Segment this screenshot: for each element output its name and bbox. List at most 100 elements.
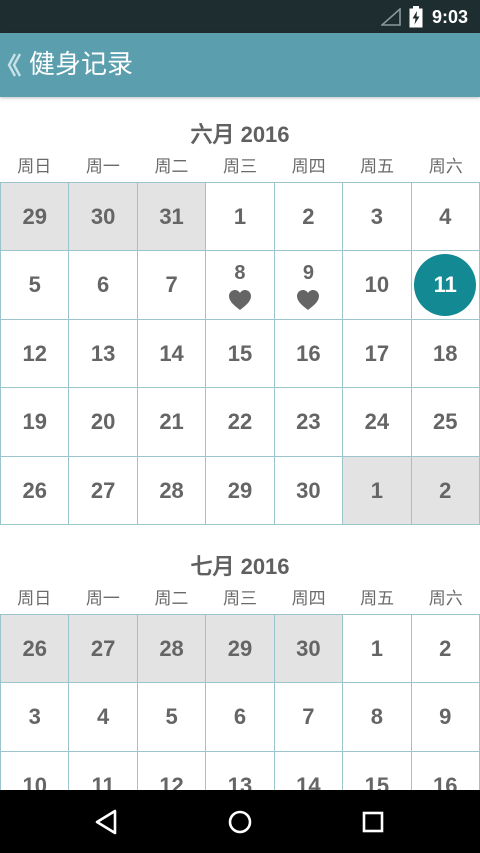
navigation-bar	[0, 790, 480, 853]
day-number: 7	[302, 704, 315, 730]
day-cell[interactable]: 8	[206, 251, 275, 320]
day-number: 6	[97, 272, 110, 298]
calendar-grid: 26 27 28 29 30 1 2 3 4 5 6 7 8 9 10 11 12 13 14 15 16	[0, 614, 480, 790]
day-cell[interactable]: 15	[343, 751, 412, 790]
day-cell[interactable]: 12	[1, 319, 70, 389]
day-cell[interactable]: 17	[343, 319, 412, 389]
day-cell-outside-month[interactable]: 1	[343, 456, 412, 525]
day-cell[interactable]: 7	[274, 683, 344, 752]
day-number: 10	[22, 772, 47, 790]
recents-square-icon[interactable]	[355, 804, 391, 840]
day-number: 28	[159, 477, 184, 503]
day-cell[interactable]: 3	[343, 183, 412, 252]
home-circle-icon[interactable]	[222, 804, 258, 840]
day-number: 17	[364, 340, 390, 366]
day-number: 20	[90, 409, 116, 435]
day-number: 19	[22, 409, 47, 435]
day-cell-outside-month[interactable]: 27	[69, 615, 138, 684]
day-number: 6	[233, 704, 247, 730]
day-number: 14	[296, 772, 321, 790]
day-cell[interactable]: 1	[206, 183, 275, 252]
weekday-label: 周一	[85, 157, 120, 177]
day-cell-outside-month[interactable]: 31	[137, 183, 207, 252]
day-cell[interactable]: 16	[411, 751, 480, 790]
day-number: 1	[370, 477, 383, 503]
day-cell[interactable]: 22	[206, 388, 275, 457]
day-cell[interactable]: 21	[137, 388, 207, 457]
day-cell[interactable]: 16	[274, 319, 344, 389]
day-cell[interactable]: 2	[411, 615, 480, 684]
day-cell[interactable]: 15	[206, 319, 275, 389]
day-number: 12	[159, 772, 184, 790]
day-number: 14	[159, 340, 184, 366]
day-number: 8	[234, 262, 246, 285]
day-cell-outside-month[interactable]: 29	[1, 183, 70, 252]
day-cell-outside-month[interactable]: 29	[206, 615, 275, 684]
day-cell-today[interactable]: 11	[411, 251, 480, 320]
weekday-label: 周六	[428, 157, 463, 177]
day-cell-outside-month[interactable]: 30	[69, 183, 138, 252]
day-number: 12	[22, 340, 47, 366]
day-cell-outside-month[interactable]: 26	[1, 615, 70, 684]
day-cell[interactable]: 13	[69, 319, 138, 389]
weekday-label: 周日	[17, 157, 52, 177]
day-cell[interactable]: 28	[137, 456, 207, 525]
day-cell[interactable]: 10	[1, 751, 70, 790]
day-cell[interactable]: 10	[343, 251, 412, 320]
back-chevron-icon[interactable]	[6, 51, 22, 79]
day-number: 18	[433, 340, 458, 366]
day-cell[interactable]: 11	[69, 751, 138, 790]
day-number: 4	[97, 704, 110, 730]
day-number: 21	[159, 409, 184, 435]
day-cell[interactable]: 2	[274, 183, 344, 252]
day-cell[interactable]: 13	[206, 751, 275, 790]
day-cell-outside-month[interactable]: 30	[274, 615, 344, 684]
heart-icon	[228, 290, 251, 311]
day-number: 1	[370, 636, 383, 661]
day-number: 1	[233, 204, 247, 229]
status-bar: 9:03	[0, 0, 480, 33]
day-cell[interactable]: 9	[274, 251, 344, 320]
weekday-label: 周二	[154, 589, 189, 609]
day-cell[interactable]: 30	[274, 456, 344, 525]
day-cell[interactable]: 5	[137, 683, 207, 752]
day-cell[interactable]: 12	[137, 751, 207, 790]
calendar-grid: 29 30 31 1 2 3 4 5 6 7 8 9 10 11 12 13 14 15 16 17 18 19 20 21 2…	[0, 182, 480, 525]
day-number: 5	[165, 704, 178, 730]
day-cell[interactable]: 1	[343, 615, 412, 684]
day-cell[interactable]: 14	[137, 319, 207, 389]
day-number: 23	[296, 409, 321, 435]
day-cell[interactable]: 9	[411, 683, 480, 752]
weekday-label: 周四	[291, 589, 326, 609]
day-cell[interactable]: 6	[206, 683, 275, 752]
back-triangle-icon[interactable]	[89, 804, 125, 840]
day-number: 30	[90, 204, 116, 229]
day-cell[interactable]: 27	[69, 456, 138, 525]
day-number: 22	[227, 409, 253, 435]
weekday-label: 周日	[17, 589, 52, 609]
day-cell[interactable]: 20	[69, 388, 138, 457]
day-cell[interactable]: 25	[411, 388, 480, 457]
day-cell[interactable]: 5	[1, 251, 70, 320]
day-number: 26	[22, 477, 47, 503]
day-cell[interactable]: 4	[411, 183, 480, 252]
day-cell[interactable]: 19	[1, 388, 70, 457]
day-cell[interactable]: 6	[69, 251, 138, 320]
day-cell[interactable]: 7	[137, 251, 207, 320]
day-cell[interactable]: 23	[274, 388, 344, 457]
day-cell[interactable]: 24	[343, 388, 412, 457]
day-cell[interactable]: 14	[274, 751, 344, 790]
day-cell[interactable]: 29	[206, 456, 275, 525]
day-number: 8	[370, 704, 383, 730]
day-cell-outside-month[interactable]: 2	[411, 456, 480, 525]
day-cell[interactable]: 4	[69, 683, 138, 752]
day-cell[interactable]: 3	[1, 683, 70, 752]
day-cell-outside-month[interactable]: 28	[137, 615, 207, 684]
signal-icon	[381, 8, 401, 26]
day-number: 29	[22, 204, 47, 229]
day-cell[interactable]: 8	[343, 683, 412, 752]
calendar-scroll-area[interactable]: 六月 2016 周日 周一 周二 周三 周四 周五 周六 29 30 31 1 2 3 4 5 6 7 8 9 10…	[0, 97, 480, 790]
day-cell[interactable]: 18	[411, 319, 480, 389]
day-cell[interactable]: 26	[1, 456, 70, 525]
day-number: 7	[165, 272, 178, 298]
